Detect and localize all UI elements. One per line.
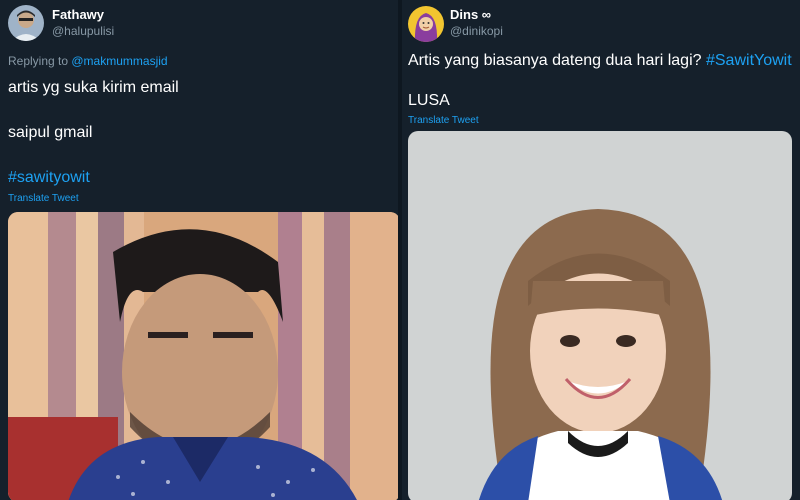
tweet-text-line-1: artis yg suka kirim email [8, 79, 179, 96]
tweet-text-line-2: LUSA [408, 92, 450, 109]
hashtag-link[interactable]: #sawityowit [8, 169, 90, 187]
user-handle[interactable]: @dinikopi [450, 24, 503, 38]
user-handle[interactable]: @halupulisi [52, 24, 114, 38]
tweet-photo[interactable] [8, 212, 398, 500]
replying-to: Replying to @makmummasjid [8, 54, 168, 68]
hashtag-link[interactable]: #SawitYowit [706, 52, 792, 69]
tweet-text-line-2: saipul gmail [8, 124, 93, 141]
tweet-text: Artis yang biasanya dateng dua hari lagi… [408, 52, 792, 70]
tweet-card-right: Dins ∞ @dinikopi Artis yang biasanya dat… [402, 0, 800, 500]
tweet-photo-image [408, 131, 792, 500]
avatar[interactable] [408, 6, 444, 42]
avatar-image [8, 5, 44, 41]
tweet-card-left: Fathawy @halupulisi Replying to @makmumm… [0, 0, 398, 500]
tweet-photo-image [8, 212, 398, 500]
tweet-text-main: Artis yang biasanya dateng dua hari lagi… [408, 52, 706, 69]
translate-tweet-link[interactable]: Translate Tweet [8, 193, 79, 204]
tweet-photo[interactable] [408, 131, 792, 500]
replying-prefix: Replying to [8, 54, 72, 68]
avatar-image [408, 6, 444, 42]
display-name[interactable]: Fathawy [52, 7, 104, 22]
translate-tweet-link[interactable]: Translate Tweet [408, 115, 479, 126]
replying-mention-link[interactable]: @makmummasjid [71, 54, 167, 68]
display-name[interactable]: Dins ∞ [450, 7, 491, 22]
avatar[interactable] [8, 5, 44, 41]
